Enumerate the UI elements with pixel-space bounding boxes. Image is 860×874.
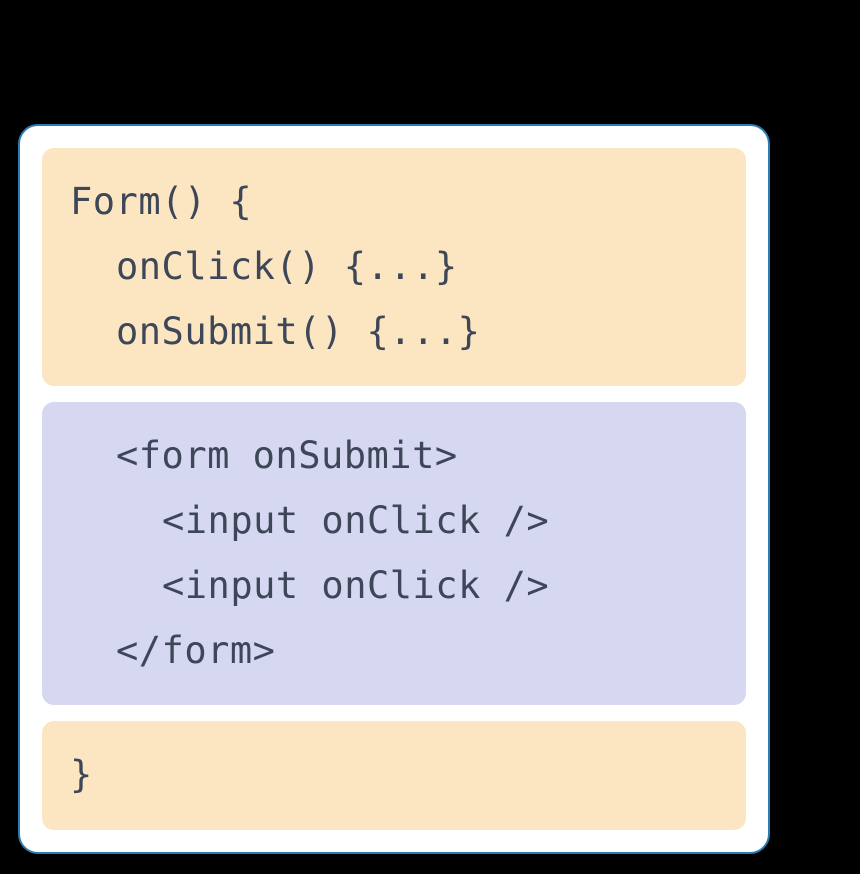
code-line: onClick() {...} bbox=[70, 235, 718, 300]
code-line: <input onClick /> bbox=[70, 554, 718, 619]
code-line: <form onSubmit> bbox=[70, 424, 718, 489]
code-block-function-header: Form() { onClick() {...} onSubmit() {...… bbox=[42, 148, 746, 386]
code-card: Form() { onClick() {...} onSubmit() {...… bbox=[18, 124, 770, 854]
code-line: } bbox=[70, 743, 718, 808]
code-line: Form() { bbox=[70, 170, 718, 235]
code-line: onSubmit() {...} bbox=[70, 300, 718, 365]
code-line: <input onClick /> bbox=[70, 489, 718, 554]
code-block-jsx: <form onSubmit> <input onClick /> <input… bbox=[42, 402, 746, 705]
code-line: </form> bbox=[70, 619, 718, 684]
code-block-function-footer: } bbox=[42, 721, 746, 830]
